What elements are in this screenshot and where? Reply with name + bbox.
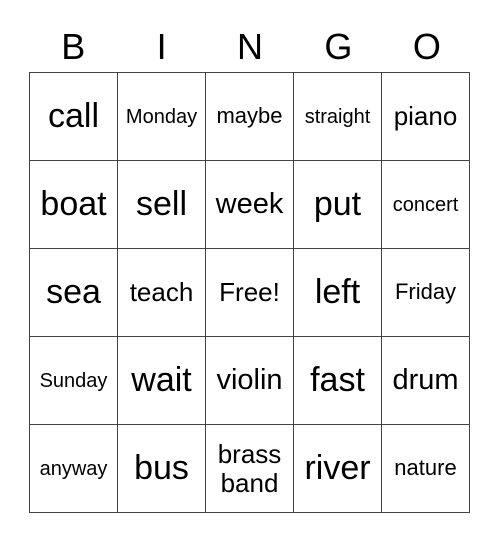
bingo-row: anyway bus brass band river nature <box>29 424 470 513</box>
cell-text: put <box>313 184 362 223</box>
bingo-cell[interactable]: drum <box>381 336 470 425</box>
bingo-cell[interactable]: concert <box>381 160 470 249</box>
cell-text: brass band <box>217 438 282 498</box>
cell-text: maybe <box>216 103 283 129</box>
bingo-cell[interactable]: wait <box>117 336 206 425</box>
bingo-cell[interactable]: anyway <box>29 424 118 513</box>
bingo-cell[interactable]: violin <box>205 336 294 425</box>
cell-text: violin <box>216 363 283 396</box>
cell-text: Free! <box>219 277 280 308</box>
header-letter: B <box>61 26 86 67</box>
bingo-cell[interactable]: teach <box>117 248 206 337</box>
cell-text: left <box>314 272 361 311</box>
bingo-cell[interactable]: left <box>293 248 382 337</box>
cell-text: wait <box>131 360 192 399</box>
cell-text: straight <box>304 105 371 128</box>
bingo-cell[interactable]: nature <box>381 424 470 513</box>
cell-text: teach <box>129 277 194 308</box>
cell-text: call <box>47 96 100 135</box>
bingo-cell[interactable]: bus <box>117 424 206 513</box>
bingo-cell[interactable]: boat <box>29 160 118 249</box>
bingo-cell[interactable]: Friday <box>381 248 470 337</box>
cell-text: boat <box>40 184 107 223</box>
cell-text: Monday <box>125 105 198 128</box>
bingo-cell[interactable]: Monday <box>117 72 206 161</box>
bingo-cell[interactable]: week <box>205 160 294 249</box>
header-letter: I <box>156 26 167 67</box>
bingo-cell[interactable]: brass band <box>205 424 294 513</box>
bingo-cell[interactable]: river <box>293 424 382 513</box>
cell-text: sea <box>46 272 101 311</box>
cell-text: Sunday <box>39 369 108 392</box>
bingo-cell[interactable]: piano <box>381 72 470 161</box>
cell-text: bus <box>134 448 189 487</box>
cell-text: sell <box>135 184 188 223</box>
cell-text: fast <box>310 360 365 399</box>
bingo-cell[interactable]: maybe <box>205 72 294 161</box>
bingo-row: Sunday wait violin fast drum <box>29 336 470 425</box>
bingo-row: sea teach Free! left Friday <box>29 248 470 337</box>
bingo-cell[interactable]: sea <box>29 248 118 337</box>
bingo-row: call Monday maybe straight piano <box>29 72 470 161</box>
bingo-cell[interactable]: straight <box>293 72 382 161</box>
cell-text: piano <box>393 101 458 132</box>
cell-text: Friday <box>394 279 457 305</box>
cell-text: anyway <box>39 457 108 480</box>
cell-text: week <box>215 187 284 220</box>
cell-text: concert <box>392 193 459 216</box>
bingo-card: call Monday maybe straight piano boat sell week… <box>29 72 470 513</box>
bingo-cell[interactable]: Sunday <box>29 336 118 425</box>
cell-text: drum <box>392 363 459 396</box>
cell-text: nature <box>394 455 457 481</box>
header-letter: O <box>412 26 441 67</box>
bingo-cell[interactable]: Free! <box>205 248 294 337</box>
bingo-header: BINGO <box>29 24 471 70</box>
bingo-cell[interactable]: fast <box>293 336 382 425</box>
header-letter: N <box>237 26 264 67</box>
bingo-row: boat sell week put concert <box>29 160 470 249</box>
cell-text: river <box>304 448 371 487</box>
bingo-cell[interactable]: put <box>293 160 382 249</box>
header-letter: G <box>324 26 353 67</box>
bingo-cell[interactable]: sell <box>117 160 206 249</box>
bingo-cell[interactable]: call <box>29 72 118 161</box>
